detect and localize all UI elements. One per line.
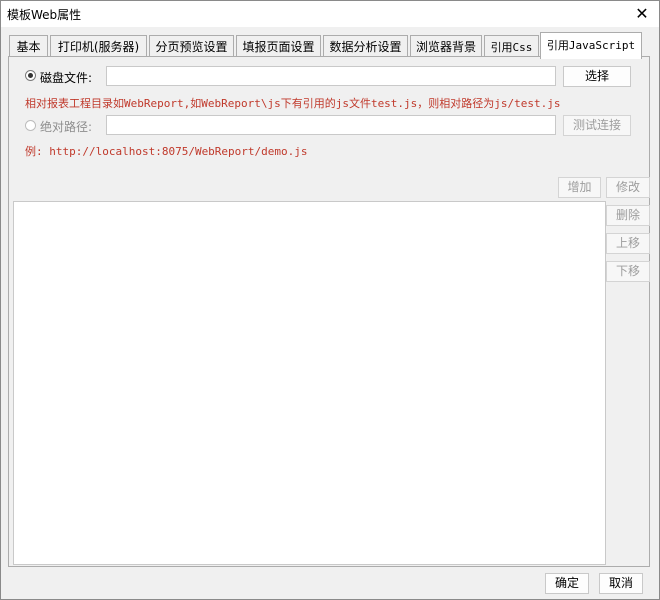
- move-down-button[interactable]: 下移: [606, 261, 650, 282]
- disk-file-label: 磁盘文件:: [40, 71, 93, 85]
- tab-label: 填报页面设置: [242, 40, 315, 54]
- absolute-path-label: 绝对路径:: [40, 120, 93, 134]
- tab-label: 基本: [16, 40, 41, 54]
- add-button[interactable]: 增加: [558, 177, 601, 198]
- tab-reference-css[interactable]: 引用Css: [484, 35, 539, 57]
- tab-label: 引用Css: [490, 41, 533, 54]
- tab-bar: 基本 打印机(服务器) 分页预览设置 填报页面设置 数据分析设置 浏览器背景 引…: [9, 32, 649, 59]
- modify-button[interactable]: 修改: [606, 177, 650, 198]
- tab-data-analysis[interactable]: 数据分析设置: [323, 35, 408, 57]
- window-title: 模板Web属性: [7, 8, 82, 22]
- tab-label: 引用JavaScript: [546, 39, 636, 52]
- tab-basic[interactable]: 基本: [9, 35, 48, 57]
- tab-label: 浏览器背景: [415, 40, 476, 54]
- disk-file-radio[interactable]: [25, 70, 36, 81]
- tab-reference-javascript[interactable]: 引用JavaScript: [540, 32, 642, 59]
- disk-file-hint: 相对报表工程目录如WebReport,如WebReport\js下有引用的js文…: [25, 97, 561, 110]
- tab-fill-page[interactable]: 填报页面设置: [236, 35, 321, 57]
- disk-file-input[interactable]: [106, 66, 556, 86]
- test-connection-button[interactable]: 测试连接: [563, 115, 631, 136]
- tab-label: 数据分析设置: [329, 40, 402, 54]
- browse-button[interactable]: 选择: [563, 66, 631, 87]
- absolute-path-hint: 例: http://localhost:8075/WebReport/demo.…: [25, 145, 308, 158]
- cancel-button[interactable]: 取消: [599, 573, 643, 594]
- delete-button[interactable]: 删除: [606, 205, 650, 226]
- tab-printer-server[interactable]: 打印机(服务器): [50, 35, 147, 57]
- tab-page-preview[interactable]: 分页预览设置: [149, 35, 234, 57]
- move-up-button[interactable]: 上移: [606, 233, 650, 254]
- tab-label: 打印机(服务器): [57, 40, 140, 54]
- tab-browser-background[interactable]: 浏览器背景: [410, 35, 482, 57]
- tab-label: 分页预览设置: [155, 40, 228, 54]
- script-list[interactable]: [13, 201, 606, 565]
- absolute-path-radio[interactable]: [25, 120, 36, 131]
- close-icon[interactable]: ✕: [629, 2, 655, 26]
- ok-button[interactable]: 确定: [545, 573, 589, 594]
- title-bar[interactable]: 模板Web属性 ✕: [1, 1, 659, 27]
- absolute-path-input[interactable]: [106, 115, 556, 135]
